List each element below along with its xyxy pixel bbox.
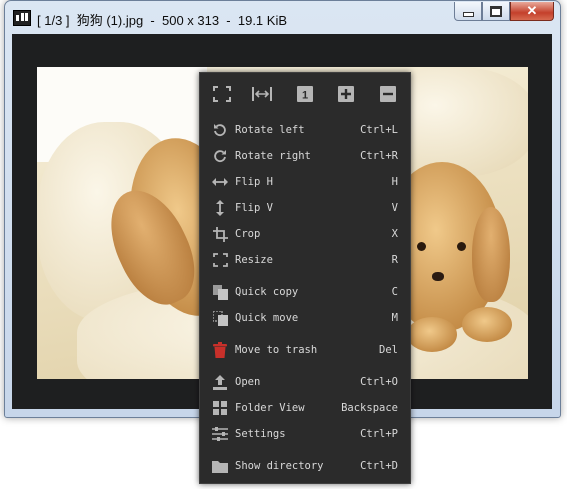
- menu-item-label: Quick copy: [235, 286, 299, 298]
- flip-horizontal-icon: [212, 174, 228, 190]
- menu-item-label: Rotate right: [235, 150, 311, 162]
- menu-item-label: Move to trash: [235, 344, 318, 356]
- menu-item-move-to-trash[interactable]: Move to trash Del: [200, 340, 410, 362]
- zoom-out-button[interactable]: [377, 83, 399, 105]
- maximize-icon: [490, 5, 502, 17]
- menu-item-shortcut: Ctrl+L: [360, 124, 398, 136]
- image-puppy-eye: [417, 242, 426, 251]
- copy-icon: [212, 284, 228, 300]
- menu-item-label: Resize: [235, 254, 273, 266]
- image-puppy-eye: [457, 242, 466, 251]
- folder-view-icon: [212, 400, 228, 416]
- minimize-button[interactable]: [454, 2, 482, 21]
- window-title: [ 1/3 ] 狗狗 (1).jpg - 500 x 313 - 19.1 Ki…: [37, 13, 288, 28]
- fit-width-button[interactable]: [251, 83, 273, 105]
- menu-item-flip-h[interactable]: Flip H H: [200, 172, 410, 194]
- menu-item-shortcut: R: [391, 254, 398, 266]
- fit-window-button[interactable]: [211, 83, 233, 105]
- menu-item-quick-copy[interactable]: Quick copy C: [200, 282, 410, 304]
- close-button[interactable]: ✕: [510, 2, 554, 21]
- menu-item-shortcut: Backspace: [341, 402, 398, 414]
- menu-item-label: Crop: [235, 228, 261, 240]
- resize-icon: [212, 252, 228, 268]
- context-menu: 1 Rotate left Ctrl+L Rotate right Ctrl+R…: [199, 72, 411, 484]
- menu-item-quick-move[interactable]: Quick move M: [200, 308, 410, 330]
- image-puppy-right-ear-right: [472, 207, 510, 302]
- window-controls: ✕: [454, 2, 554, 21]
- close-icon: ✕: [526, 3, 538, 18]
- svg-text:1: 1: [302, 90, 308, 102]
- zoom-toolbar: 1: [200, 83, 410, 105]
- menu-item-label: Folder View: [235, 402, 305, 414]
- move-icon: [212, 310, 228, 326]
- menu-item-open[interactable]: Open Ctrl+O: [200, 372, 410, 394]
- menu-item-crop[interactable]: Crop X: [200, 224, 410, 246]
- menu-item-show-directory[interactable]: Show directory Ctrl+D: [200, 456, 410, 478]
- menu-item-shortcut: Ctrl+R: [360, 150, 398, 162]
- menu-item-shortcut: X: [391, 228, 398, 240]
- zoom-in-button[interactable]: [335, 83, 357, 105]
- menu-item-label: Rotate left: [235, 124, 305, 136]
- image-puppy-paw: [462, 307, 512, 342]
- menu-item-shortcut: Ctrl+P: [360, 428, 398, 440]
- folder-icon: [212, 458, 228, 474]
- menu-item-flip-v[interactable]: Flip V V: [200, 198, 410, 220]
- zoom-out-icon: [380, 86, 396, 102]
- menu-item-shortcut: V: [391, 202, 398, 214]
- trash-icon: [212, 342, 228, 358]
- maximize-button[interactable]: [482, 2, 510, 21]
- rotate-left-icon: [212, 122, 228, 138]
- open-icon: [212, 374, 228, 390]
- settings-icon: [212, 426, 228, 442]
- menu-item-folder-view[interactable]: Folder View Backspace: [200, 398, 410, 420]
- menu-item-shortcut: C: [391, 286, 398, 298]
- menu-item-label: Flip H: [235, 176, 273, 188]
- menu-item-rotate-right[interactable]: Rotate right Ctrl+R: [200, 146, 410, 168]
- menu-item-shortcut: M: [391, 312, 398, 324]
- image-puppy-nose: [432, 272, 444, 281]
- crop-icon: [212, 226, 228, 242]
- original-size-icon: 1: [297, 86, 313, 102]
- menu-item-shortcut: Ctrl+O: [360, 376, 398, 388]
- menu-item-settings[interactable]: Settings Ctrl+P: [200, 424, 410, 446]
- fit-width-icon: [252, 87, 272, 101]
- menu-item-rotate-left[interactable]: Rotate left Ctrl+L: [200, 120, 410, 142]
- rotate-right-icon: [212, 148, 228, 164]
- menu-item-shortcut: Ctrl+D: [360, 460, 398, 472]
- menu-item-label: Show directory: [235, 460, 324, 472]
- menu-item-label: Settings: [235, 428, 286, 440]
- app-logo-icon: [13, 10, 31, 26]
- fit-window-icon: [213, 86, 231, 102]
- menu-item-shortcut: H: [391, 176, 398, 188]
- menu-item-label: Quick move: [235, 312, 299, 324]
- zoom-in-icon: [338, 86, 354, 102]
- menu-item-label: Flip V: [235, 202, 273, 214]
- title-bar[interactable]: [ 1/3 ] 狗狗 (1).jpg - 500 x 313 - 19.1 Ki…: [5, 1, 560, 33]
- image-puppy-paw: [407, 317, 457, 352]
- menu-item-label: Open: [235, 376, 261, 388]
- minimize-icon: [462, 11, 474, 17]
- menu-item-resize[interactable]: Resize R: [200, 250, 410, 272]
- menu-item-shortcut: Del: [379, 344, 398, 356]
- original-size-button[interactable]: 1: [294, 83, 316, 105]
- flip-vertical-icon: [212, 200, 228, 216]
